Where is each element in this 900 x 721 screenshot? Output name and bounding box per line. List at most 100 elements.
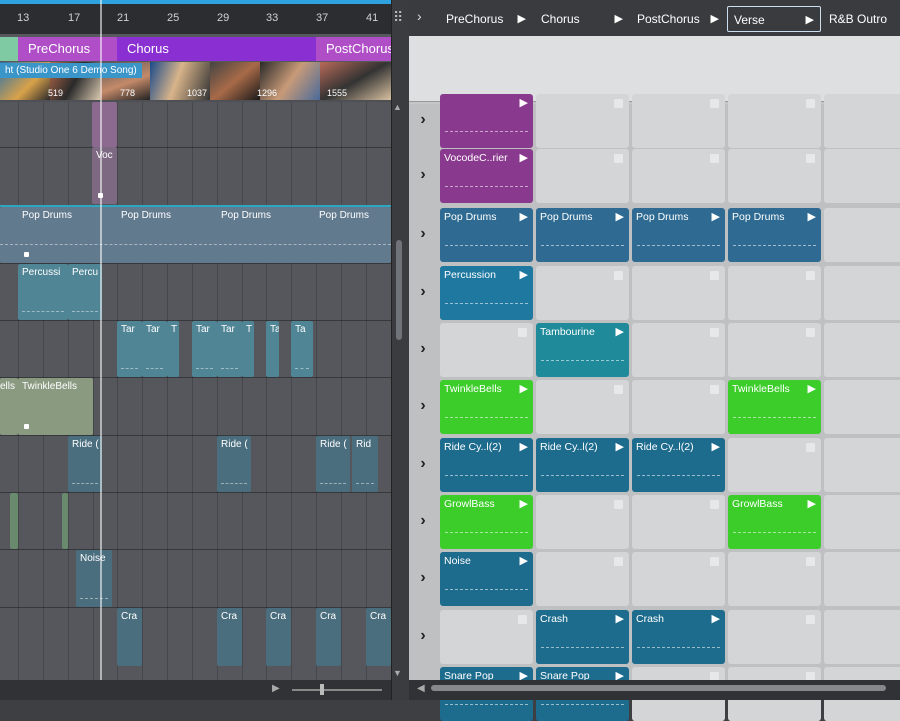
chevron-right-icon[interactable]: › (409, 166, 437, 184)
launcher-clip[interactable]: TwinkleBells ▶ (728, 380, 821, 434)
stop-square-icon[interactable] (710, 154, 719, 163)
track-lanes[interactable]: Voc Pop Drums Pop Drums Pop Drums Pop Dr… (0, 102, 391, 680)
vertical-scrollbar-thumb[interactable] (396, 240, 402, 340)
play-triangle-icon[interactable]: ▶ (711, 6, 719, 32)
launcher-clip[interactable]: Pop Drums ▶ (536, 208, 629, 262)
chevron-right-icon[interactable]: › (409, 111, 437, 129)
arrange-clip-noise[interactable]: Noise (76, 550, 112, 607)
launcher-clip[interactable]: Pop Drums ▶ (728, 208, 821, 262)
empty-clip-slot[interactable] (536, 380, 629, 434)
play-triangle-icon[interactable]: ▶ (520, 151, 528, 164)
arranger-section[interactable] (0, 37, 18, 61)
stop-square-icon[interactable] (518, 615, 527, 624)
launcher-clip[interactable]: Ride Cy..l(2) ▶ (440, 438, 533, 492)
arrange-clip-ride[interactable]: Ride ( (68, 436, 102, 492)
stop-square-icon[interactable] (806, 443, 815, 452)
zoom-slider[interactable] (292, 689, 382, 691)
play-triangle-icon[interactable]: ▶ (518, 6, 526, 32)
play-triangle-icon[interactable]: ▶ (712, 612, 720, 625)
launcher-clip[interactable]: Tambourine ▶ (536, 323, 629, 377)
scene-verse[interactable]: Verse ▶ (727, 6, 821, 32)
empty-clip-slot[interactable] (728, 149, 821, 203)
empty-clip-slot[interactable] (824, 438, 900, 492)
stop-square-icon[interactable] (614, 557, 623, 566)
stop-square-icon[interactable] (614, 99, 623, 108)
arrange-horizontal-scrollbar[interactable]: ▶ (0, 680, 391, 700)
stop-square-icon[interactable] (710, 500, 719, 509)
grid-icon[interactable]: ⠿ (393, 9, 403, 26)
play-triangle-icon[interactable]: ▶ (520, 210, 528, 223)
launcher-clip[interactable]: Pop Drums ▶ (632, 208, 725, 262)
empty-clip-slot[interactable] (536, 149, 629, 203)
stop-square-icon[interactable] (710, 557, 719, 566)
launcher-clip[interactable]: TwinkleBells ▶ (440, 380, 533, 434)
scroll-up-icon[interactable]: ▲ (393, 102, 402, 112)
arrange-clip-growlbass[interactable] (62, 493, 68, 549)
arranger-section-prechorus[interactable]: PreChorus (18, 37, 117, 61)
empty-clip-slot[interactable] (440, 323, 533, 377)
stop-square-icon[interactable] (806, 154, 815, 163)
chevron-right-icon[interactable]: › (409, 512, 437, 530)
play-triangle-icon[interactable]: ▶ (616, 440, 624, 453)
arrange-clip-growlbass[interactable] (10, 493, 18, 549)
empty-clip-slot[interactable] (824, 495, 900, 549)
arrange-clip-ride[interactable]: Ride ( (217, 436, 251, 492)
launcher-clip[interactable]: Crash ▶ (632, 610, 725, 664)
scroll-right-icon[interactable]: ▶ (272, 683, 280, 694)
launcher-clip[interactable]: Crash ▶ (536, 610, 629, 664)
stop-square-icon[interactable] (806, 615, 815, 624)
scroll-down-icon[interactable]: ▼ (393, 668, 402, 678)
chevron-right-icon[interactable]: › (409, 225, 437, 243)
arrange-clip-ride[interactable]: Rid (352, 436, 378, 492)
play-triangle-icon[interactable]: ▶ (520, 268, 528, 281)
launcher-clip[interactable]: Ride Cy..l(2) ▶ (536, 438, 629, 492)
stop-square-icon[interactable] (806, 271, 815, 280)
scene-chorus[interactable]: Chorus ▶ (535, 6, 629, 32)
stop-square-icon[interactable] (614, 385, 623, 394)
chevron-right-icon[interactable]: › (409, 455, 437, 473)
empty-clip-slot[interactable] (632, 380, 725, 434)
stop-square-icon[interactable] (614, 271, 623, 280)
play-triangle-icon[interactable]: ▶ (520, 440, 528, 453)
launcher-scrollbar-thumb[interactable] (431, 685, 886, 691)
arrange-clip-ride[interactable]: Ride ( (316, 436, 350, 492)
empty-clip-slot[interactable] (632, 266, 725, 320)
empty-clip-slot[interactable] (728, 552, 821, 606)
arrange-clip-vocoder[interactable]: Voc (92, 147, 117, 204)
arrange-clip-crash[interactable]: Cra (217, 608, 242, 666)
stop-square-icon[interactable] (806, 557, 815, 566)
empty-clip-slot[interactable] (824, 323, 900, 377)
arranger-section-chorus[interactable]: Chorus (117, 37, 316, 61)
empty-clip-slot[interactable] (632, 552, 725, 606)
arrange-clip-tambourine[interactable]: Tar (192, 321, 217, 377)
arrange-clip-vocoder[interactable] (92, 102, 117, 147)
play-triangle-icon[interactable]: ▶ (808, 210, 816, 223)
arrange-clip-twinklebells[interactable]: ells (0, 378, 18, 435)
stop-square-icon[interactable] (710, 271, 719, 280)
play-triangle-icon[interactable]: ▶ (712, 210, 720, 223)
arrange-clip-crash[interactable]: Cra (266, 608, 291, 666)
launcher-clip[interactable]: Percussion ▶ (440, 266, 533, 320)
stop-square-icon[interactable] (710, 99, 719, 108)
scroll-left-icon[interactable]: ◀ (417, 683, 425, 694)
arrange-clip-tambourine[interactable]: Tar (217, 321, 242, 377)
arrange-clip-tambourine[interactable]: T (167, 321, 179, 377)
play-triangle-icon[interactable]: ▶ (520, 96, 528, 109)
arrange-clip-tambourine[interactable]: Tar (117, 321, 142, 377)
empty-clip-slot[interactable] (632, 495, 725, 549)
empty-clip-slot[interactable] (632, 323, 725, 377)
play-triangle-icon[interactable]: ▶ (808, 382, 816, 395)
play-triangle-icon[interactable]: ▶ (520, 554, 528, 567)
empty-clip-slot[interactable] (536, 266, 629, 320)
arrange-clip-twinklebells[interactable]: TwinkleBells (18, 378, 93, 435)
empty-clip-slot[interactable] (824, 266, 900, 320)
arrange-clip-tambourine[interactable]: T (242, 321, 254, 377)
arrange-clip-percussion[interactable]: Percussi (18, 264, 68, 320)
launcher-clip[interactable]: Noise ▶ (440, 552, 533, 606)
play-triangle-icon[interactable]: ▶ (616, 325, 624, 338)
play-triangle-icon[interactable]: ▶ (616, 612, 624, 625)
empty-clip-slot[interactable] (824, 208, 900, 262)
empty-clip-slot[interactable] (824, 610, 900, 664)
play-triangle-icon[interactable]: ▶ (808, 497, 816, 510)
play-triangle-icon[interactable]: ▶ (712, 440, 720, 453)
